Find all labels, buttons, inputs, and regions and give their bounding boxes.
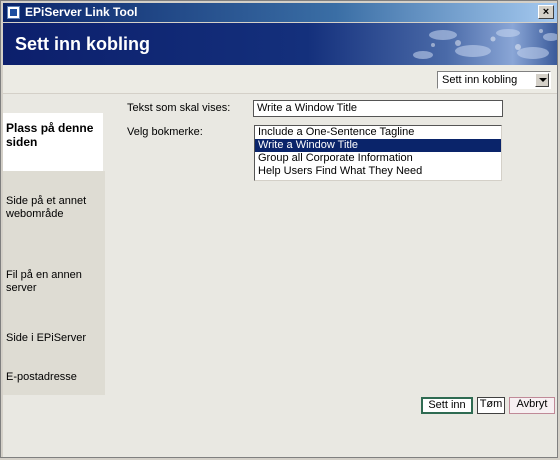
window-title: EPiServer Link Tool — [25, 5, 138, 19]
display-text-label: Tekst som skal vises: — [127, 102, 231, 114]
display-text-field[interactable]: Write a Window Title — [253, 100, 503, 117]
content-area: Sett inn kobling Plass på denne siden Si… — [3, 65, 557, 457]
bookmark-option[interactable]: Include a One-Sentence Tagline — [255, 126, 501, 139]
insert-button[interactable]: Sett inn — [421, 397, 473, 414]
nav-item-other-server-file[interactable]: Fil på en annen server — [3, 269, 105, 295]
chevron-down-icon[interactable] — [535, 73, 549, 87]
title-bar: EPiServer Link Tool × — [3, 3, 557, 22]
bookmark-option[interactable]: Help Users Find What They Need — [255, 165, 501, 178]
app-icon — [7, 6, 20, 19]
link-type-select[interactable]: Sett inn kobling — [437, 71, 551, 89]
nav-item-this-page[interactable]: Plass på denne siden — [3, 113, 103, 171]
bookmark-label: Velg bokmerke: — [127, 126, 203, 138]
cancel-button[interactable]: Avbryt — [509, 397, 555, 414]
link-type-row: Sett inn kobling — [3, 65, 557, 94]
nav-item-episerver-page[interactable]: Side i EPiServer — [3, 332, 105, 345]
banner-title: Sett inn kobling — [15, 34, 150, 54]
nav-item-email[interactable]: E-postadresse — [3, 371, 105, 384]
bookmark-listbox[interactable]: Include a One-Sentence Tagline Write a W… — [254, 125, 502, 181]
clear-button[interactable]: Tøm — [477, 397, 505, 414]
bookmark-option[interactable]: Group all Corporate Information — [255, 152, 501, 165]
close-button[interactable]: × — [538, 5, 554, 19]
link-type-selected: Sett inn kobling — [442, 74, 518, 86]
link-target-nav: Plass på denne siden Side på et annet we… — [3, 113, 105, 395]
bookmark-option-selected[interactable]: Write a Window Title — [255, 139, 501, 152]
nav-item-other-website[interactable]: Side på et annet webområde — [3, 195, 105, 221]
header-banner: Sett inn kobling — [3, 23, 557, 65]
link-tool-window: EPiServer Link Tool × Sett inn kobling S… — [0, 0, 558, 458]
